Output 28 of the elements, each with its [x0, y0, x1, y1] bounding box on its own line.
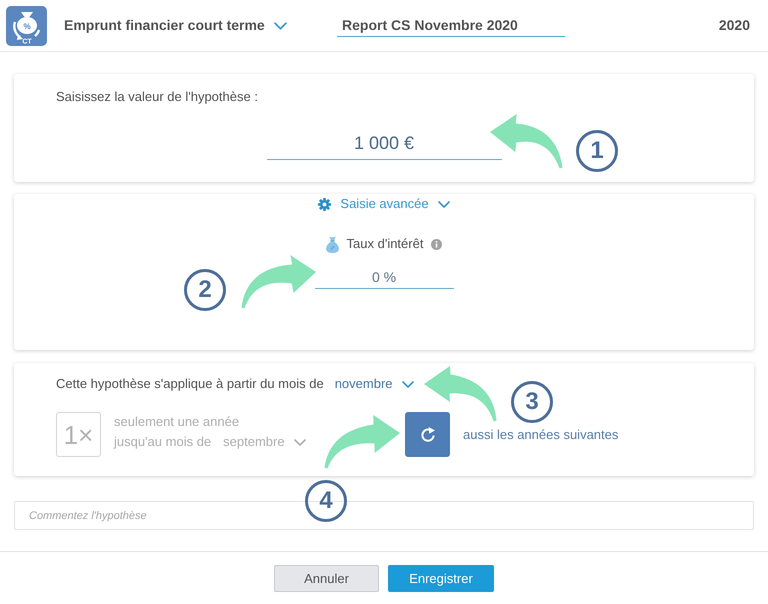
chevron-icon [274, 22, 287, 30]
recurring-toggle-button[interactable] [405, 412, 450, 457]
cancel-button[interactable]: Annuler [274, 565, 379, 592]
step-number: 1 [576, 130, 618, 172]
interest-rate-label: Taux d'intérêt [346, 235, 424, 254]
start-month-label: Cette hypothèse s'applique à partir du mois de [56, 375, 324, 394]
document-title: Emprunt financier court terme [64, 16, 265, 35]
year-label: 2020 [718, 16, 750, 35]
info-icon [431, 238, 442, 250]
money-bag-icon [326, 236, 339, 252]
end-month-label: jusqu'au mois de [114, 433, 212, 452]
value-label: Saisissez la valeur de l'hypothèse : [56, 88, 258, 106]
gear-icon [318, 198, 332, 210]
report-name-field[interactable]: Report CS Novembre 2020 [337, 14, 565, 36]
recurring-caption: aussi les années suivantes [463, 426, 618, 444]
chevron-icon [294, 438, 306, 446]
once-caption: seulement une année [114, 413, 240, 431]
chevron-icon [402, 380, 414, 388]
interest-rate-field[interactable]: 0 % [314, 266, 454, 289]
step-number: 2 [184, 269, 226, 311]
advanced-toggle[interactable]: Saisie avancée [318, 196, 450, 212]
chevron-icon [438, 200, 450, 208]
start-month-dropdown[interactable]: novembre [334, 374, 414, 394]
step-number: 3 [511, 381, 553, 423]
refresh-icon [420, 426, 436, 442]
step-number: 4 [305, 480, 347, 522]
title-dropdown-button[interactable] [274, 22, 287, 30]
save-button[interactable]: Enregistrer [388, 565, 494, 592]
